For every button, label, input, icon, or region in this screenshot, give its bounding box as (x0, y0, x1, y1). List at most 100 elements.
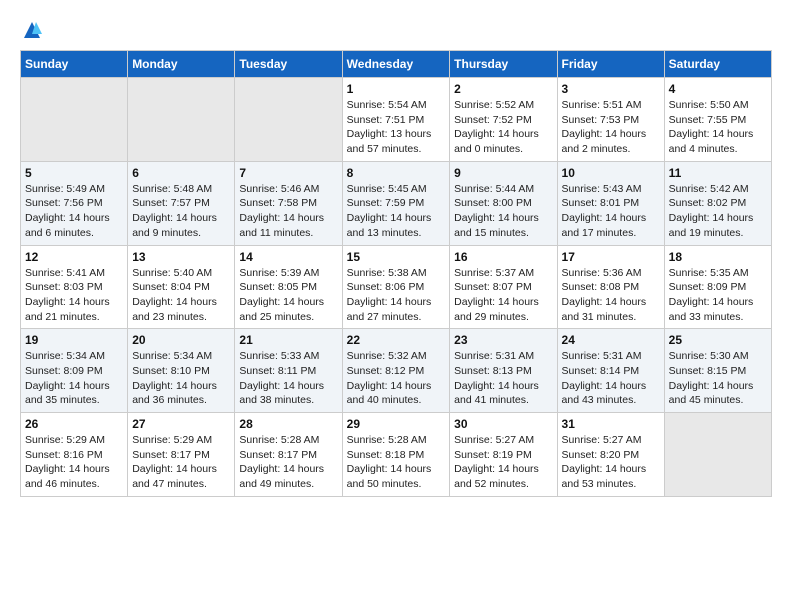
calendar-cell: 22 Sunrise: 5:32 AM Sunset: 8:12 PM Dayli… (342, 329, 450, 413)
day-info: Sunrise: 5:48 AM Sunset: 7:57 PM Dayligh… (132, 182, 230, 241)
day-info: Sunrise: 5:30 AM Sunset: 8:15 PM Dayligh… (669, 349, 767, 408)
day-number: 19 (25, 333, 123, 347)
calendar-cell: 19 Sunrise: 5:34 AM Sunset: 8:09 PM Dayli… (21, 329, 128, 413)
logo (20, 20, 42, 40)
day-number: 20 (132, 333, 230, 347)
day-info: Sunrise: 5:54 AM Sunset: 7:51 PM Dayligh… (347, 98, 446, 157)
calendar-cell: 16 Sunrise: 5:37 AM Sunset: 8:07 PM Dayli… (450, 245, 557, 329)
calendar-cell: 9 Sunrise: 5:44 AM Sunset: 8:00 PM Daylig… (450, 161, 557, 245)
day-number: 17 (562, 250, 660, 264)
calendar-header-thursday: Thursday (450, 51, 557, 78)
day-number: 22 (347, 333, 446, 347)
calendar-week-row: 1Sunrise: 5:54 AM Sunset: 7:51 PM Daylig… (21, 78, 772, 162)
calendar-cell: 7Sunrise: 5:46 AM Sunset: 7:58 PM Daylig… (235, 161, 342, 245)
calendar-table: SundayMondayTuesdayWednesdayThursdayFrid… (20, 50, 772, 497)
calendar-cell: 30 Sunrise: 5:27 AM Sunset: 8:19 PM Dayli… (450, 413, 557, 497)
calendar-cell: 23 Sunrise: 5:31 AM Sunset: 8:13 PM Dayli… (450, 329, 557, 413)
calendar-cell: 27 Sunrise: 5:29 AM Sunset: 8:17 PM Dayli… (128, 413, 235, 497)
day-number: 8 (347, 166, 446, 180)
day-number: 5 (25, 166, 123, 180)
calendar-week-row: 12 Sunrise: 5:41 AM Sunset: 8:03 PM Dayli… (21, 245, 772, 329)
day-number: 26 (25, 417, 123, 431)
calendar-cell (235, 78, 342, 162)
day-number: 21 (239, 333, 337, 347)
day-number: 10 (562, 166, 660, 180)
day-info: Sunrise: 5:42 AM Sunset: 8:02 PM Dayligh… (669, 182, 767, 241)
day-info: Sunrise: 5:44 AM Sunset: 8:00 PM Dayligh… (454, 182, 552, 241)
day-info: Sunrise: 5:45 AM Sunset: 7:59 PM Dayligh… (347, 182, 446, 241)
page-header (20, 20, 772, 40)
day-number: 27 (132, 417, 230, 431)
day-number: 4 (669, 82, 767, 96)
calendar-week-row: 5 Sunrise: 5:49 AM Sunset: 7:56 PM Daylig… (21, 161, 772, 245)
calendar-header-saturday: Saturday (664, 51, 771, 78)
calendar-cell (128, 78, 235, 162)
day-number: 12 (25, 250, 123, 264)
day-number: 9 (454, 166, 552, 180)
day-info: Sunrise: 5:29 AM Sunset: 8:17 PM Dayligh… (132, 433, 230, 492)
calendar-cell: 26Sunrise: 5:29 AM Sunset: 8:16 PM Dayli… (21, 413, 128, 497)
day-number: 2 (454, 82, 552, 96)
day-number: 18 (669, 250, 767, 264)
calendar-cell: 3 Sunrise: 5:51 AM Sunset: 7:53 PM Daylig… (557, 78, 664, 162)
calendar-cell: 25 Sunrise: 5:30 AM Sunset: 8:15 PM Dayli… (664, 329, 771, 413)
day-number: 13 (132, 250, 230, 264)
calendar-cell: 31Sunrise: 5:27 AM Sunset: 8:20 PM Dayli… (557, 413, 664, 497)
calendar-cell: 17 Sunrise: 5:36 AM Sunset: 8:08 PM Dayli… (557, 245, 664, 329)
day-info: Sunrise: 5:51 AM Sunset: 7:53 PM Dayligh… (562, 98, 660, 157)
calendar-cell: 2Sunrise: 5:52 AM Sunset: 7:52 PM Daylig… (450, 78, 557, 162)
day-info: Sunrise: 5:33 AM Sunset: 8:11 PM Dayligh… (239, 349, 337, 408)
day-info: Sunrise: 5:46 AM Sunset: 7:58 PM Dayligh… (239, 182, 337, 241)
calendar-cell: 14 Sunrise: 5:39 AM Sunset: 8:05 PM Dayli… (235, 245, 342, 329)
calendar-week-row: 26Sunrise: 5:29 AM Sunset: 8:16 PM Dayli… (21, 413, 772, 497)
day-number: 16 (454, 250, 552, 264)
day-info: Sunrise: 5:50 AM Sunset: 7:55 PM Dayligh… (669, 98, 767, 157)
calendar-cell: 10Sunrise: 5:43 AM Sunset: 8:01 PM Dayli… (557, 161, 664, 245)
calendar-cell: 12 Sunrise: 5:41 AM Sunset: 8:03 PM Dayli… (21, 245, 128, 329)
calendar-cell: 15Sunrise: 5:38 AM Sunset: 8:06 PM Dayli… (342, 245, 450, 329)
calendar-cell: 11Sunrise: 5:42 AM Sunset: 8:02 PM Dayli… (664, 161, 771, 245)
day-info: Sunrise: 5:41 AM Sunset: 8:03 PM Dayligh… (25, 266, 123, 325)
day-info: Sunrise: 5:39 AM Sunset: 8:05 PM Dayligh… (239, 266, 337, 325)
day-info: Sunrise: 5:27 AM Sunset: 8:19 PM Dayligh… (454, 433, 552, 492)
day-info: Sunrise: 5:35 AM Sunset: 8:09 PM Dayligh… (669, 266, 767, 325)
day-info: Sunrise: 5:37 AM Sunset: 8:07 PM Dayligh… (454, 266, 552, 325)
day-number: 3 (562, 82, 660, 96)
calendar-cell: 13 Sunrise: 5:40 AM Sunset: 8:04 PM Dayli… (128, 245, 235, 329)
calendar-cell: 8 Sunrise: 5:45 AM Sunset: 7:59 PM Daylig… (342, 161, 450, 245)
calendar-header-friday: Friday (557, 51, 664, 78)
calendar-cell: 21 Sunrise: 5:33 AM Sunset: 8:11 PM Dayli… (235, 329, 342, 413)
calendar-cell (664, 413, 771, 497)
calendar-cell: 5 Sunrise: 5:49 AM Sunset: 7:56 PM Daylig… (21, 161, 128, 245)
day-info: Sunrise: 5:49 AM Sunset: 7:56 PM Dayligh… (25, 182, 123, 241)
calendar-week-row: 19 Sunrise: 5:34 AM Sunset: 8:09 PM Dayli… (21, 329, 772, 413)
day-number: 23 (454, 333, 552, 347)
calendar-cell: 24Sunrise: 5:31 AM Sunset: 8:14 PM Dayli… (557, 329, 664, 413)
day-number: 25 (669, 333, 767, 347)
day-info: Sunrise: 5:34 AM Sunset: 8:10 PM Dayligh… (132, 349, 230, 408)
day-info: Sunrise: 5:31 AM Sunset: 8:13 PM Dayligh… (454, 349, 552, 408)
day-info: Sunrise: 5:34 AM Sunset: 8:09 PM Dayligh… (25, 349, 123, 408)
calendar-cell: 20 Sunrise: 5:34 AM Sunset: 8:10 PM Dayli… (128, 329, 235, 413)
calendar-header-sunday: Sunday (21, 51, 128, 78)
calendar-cell: 4 Sunrise: 5:50 AM Sunset: 7:55 PM Daylig… (664, 78, 771, 162)
day-info: Sunrise: 5:40 AM Sunset: 8:04 PM Dayligh… (132, 266, 230, 325)
day-number: 6 (132, 166, 230, 180)
calendar-cell: 29 Sunrise: 5:28 AM Sunset: 8:18 PM Dayli… (342, 413, 450, 497)
day-info: Sunrise: 5:32 AM Sunset: 8:12 PM Dayligh… (347, 349, 446, 408)
day-info: Sunrise: 5:28 AM Sunset: 8:17 PM Dayligh… (239, 433, 337, 492)
day-info: Sunrise: 5:31 AM Sunset: 8:14 PM Dayligh… (562, 349, 660, 408)
day-number: 31 (562, 417, 660, 431)
day-number: 29 (347, 417, 446, 431)
calendar-cell: 6 Sunrise: 5:48 AM Sunset: 7:57 PM Daylig… (128, 161, 235, 245)
day-number: 30 (454, 417, 552, 431)
day-info: Sunrise: 5:36 AM Sunset: 8:08 PM Dayligh… (562, 266, 660, 325)
calendar-header-monday: Monday (128, 51, 235, 78)
calendar-header-tuesday: Tuesday (235, 51, 342, 78)
day-number: 28 (239, 417, 337, 431)
calendar-header-wednesday: Wednesday (342, 51, 450, 78)
calendar-cell: 18 Sunrise: 5:35 AM Sunset: 8:09 PM Dayli… (664, 245, 771, 329)
day-info: Sunrise: 5:38 AM Sunset: 8:06 PM Dayligh… (347, 266, 446, 325)
day-info: Sunrise: 5:28 AM Sunset: 8:18 PM Dayligh… (347, 433, 446, 492)
day-number: 14 (239, 250, 337, 264)
